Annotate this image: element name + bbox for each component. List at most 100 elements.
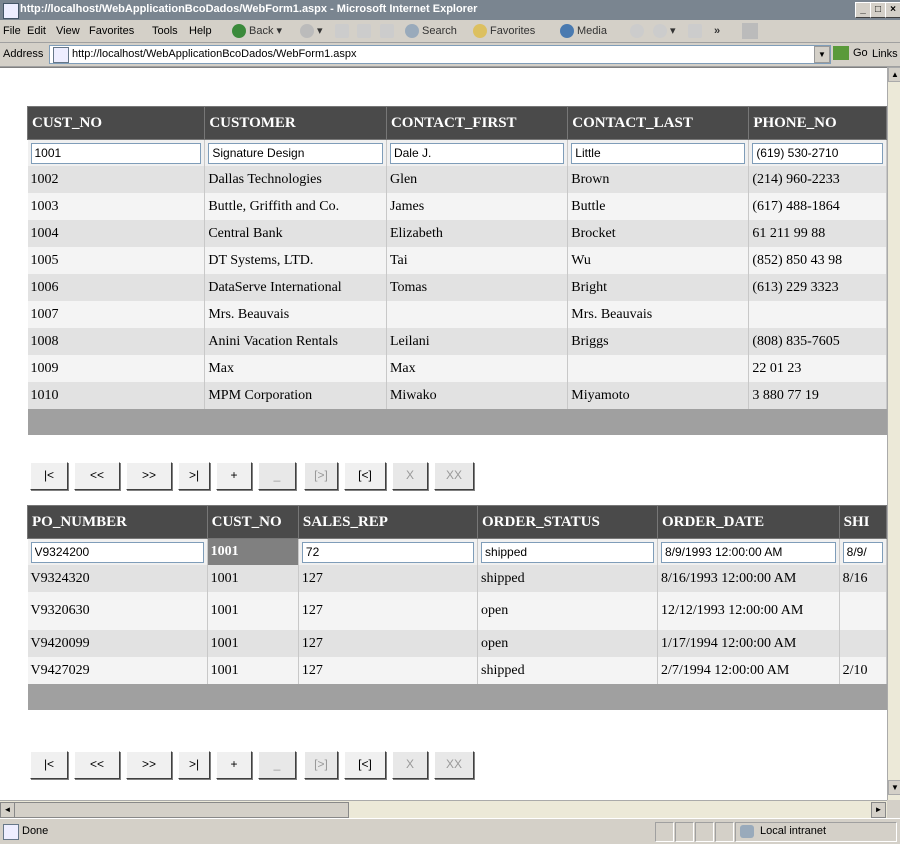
sales-rep-cell: 127 xyxy=(298,592,479,630)
contact-last-cell: Miyamoto xyxy=(567,382,750,409)
update-record-button[interactable]: [<] xyxy=(344,751,386,779)
scroll-down-icon[interactable]: ▼ xyxy=(888,780,900,795)
edit-record-button[interactable]: [>] xyxy=(304,462,338,490)
scroll-up-icon[interactable]: ▲ xyxy=(888,67,900,82)
go-button[interactable]: Go xyxy=(833,46,868,60)
mail-button[interactable]: ▾ xyxy=(653,23,676,39)
back-button[interactable]: Back ▾ xyxy=(232,23,282,39)
edit-record-button[interactable]: [>] xyxy=(304,751,338,779)
menu-view[interactable]: View xyxy=(56,25,80,37)
cust-no-input[interactable] xyxy=(30,142,202,164)
order-date-input[interactable] xyxy=(660,541,836,563)
customers-grid: CUST_NO CUSTOMER CONTACT_FIRST CONTACT_L… xyxy=(26,106,887,435)
column-header-order-status[interactable]: ORDER_STATUS xyxy=(477,505,658,539)
status-panel xyxy=(715,822,734,842)
column-header-po-number[interactable]: PO_NUMBER xyxy=(27,505,208,539)
delete-record-button[interactable]: X xyxy=(392,462,428,490)
last-record-button[interactable]: >| xyxy=(178,751,210,779)
contact-last-cell: Brocket xyxy=(567,220,750,247)
delete-all-button[interactable]: XX xyxy=(434,751,474,779)
add-record-button[interactable]: + xyxy=(216,462,252,490)
cust-no-cell: 1004 xyxy=(27,220,206,247)
ship-date-input[interactable] xyxy=(842,541,883,563)
maximize-button[interactable]: □ xyxy=(870,2,886,18)
column-header-sales-rep[interactable]: SALES_REP xyxy=(297,505,479,539)
history-button[interactable] xyxy=(630,23,647,39)
menu-file[interactable]: File xyxy=(3,25,21,37)
media-icon xyxy=(560,24,574,39)
toolbar-more-button[interactable]: » xyxy=(714,23,720,39)
phone-no-input[interactable] xyxy=(752,142,883,164)
customers-grid-footer xyxy=(27,409,887,435)
menu-favorites[interactable]: Favorites xyxy=(89,25,134,37)
order-status-input[interactable] xyxy=(481,541,654,563)
column-header-cust-no[interactable]: CUST_NO xyxy=(26,106,206,140)
menu-edit[interactable]: Edit xyxy=(27,25,46,37)
ship-date-cell xyxy=(839,592,887,630)
minimize-button[interactable]: _ xyxy=(855,2,871,18)
home-icon xyxy=(380,24,394,39)
po-number-input[interactable] xyxy=(30,541,204,563)
column-header-ship-date[interactable]: SHI xyxy=(838,505,887,539)
delete-all-button[interactable]: XX xyxy=(434,462,474,490)
menu-tools[interactable]: Tools xyxy=(152,25,178,37)
cancel-edit-button[interactable]: _ xyxy=(258,462,296,490)
scroll-right-icon[interactable]: ► xyxy=(871,802,886,818)
previous-page-button[interactable]: << xyxy=(74,751,120,779)
sales-rep-input[interactable] xyxy=(301,541,475,563)
phone-no-cell: (852) 850 43 98 xyxy=(748,247,887,274)
scroll-left-icon[interactable]: ◄ xyxy=(0,802,15,818)
column-header-phone-no[interactable]: PHONE_NO xyxy=(748,106,887,140)
first-record-button[interactable]: |< xyxy=(30,751,68,779)
print-button[interactable] xyxy=(688,23,705,39)
contact-first-input[interactable] xyxy=(389,142,565,164)
address-dropdown-button[interactable]: ▼ xyxy=(814,46,830,63)
menu-help[interactable]: Help xyxy=(189,25,212,37)
cancel-edit-button[interactable]: _ xyxy=(258,751,296,779)
previous-page-button[interactable]: << xyxy=(74,462,120,490)
contact-last-cell: Bright xyxy=(567,274,750,301)
last-record-button[interactable]: >| xyxy=(178,462,210,490)
column-header-contact-last[interactable]: CONTACT_LAST xyxy=(567,106,750,140)
ship-date-cell: 2/10 xyxy=(839,657,887,684)
ie-icon xyxy=(3,3,19,19)
customer-input[interactable] xyxy=(208,142,383,164)
first-record-button[interactable]: |< xyxy=(30,462,68,490)
add-record-button[interactable]: + xyxy=(216,751,252,779)
contact-last-cell: Mrs. Beauvais xyxy=(567,301,750,328)
next-page-button[interactable]: >> xyxy=(126,462,172,490)
customer-cell: Buttle, Griffith and Co. xyxy=(204,193,387,220)
contact-last-input[interactable] xyxy=(571,142,746,164)
home-button[interactable] xyxy=(380,23,397,39)
column-header-cust-no[interactable]: CUST_NO xyxy=(206,505,299,539)
column-header-customer[interactable]: CUSTOMER xyxy=(204,106,387,140)
delete-record-button[interactable]: X xyxy=(392,751,428,779)
forward-button[interactable]: ▾ xyxy=(300,23,323,39)
contact-last-cell: Briggs xyxy=(567,328,750,355)
address-input[interactable]: http://localhost/WebApplicationBcoDados/… xyxy=(49,45,831,64)
cust-no-cell: 1001 xyxy=(207,565,299,592)
po-number-cell: V9324320 xyxy=(27,565,208,592)
horizontal-scroll-thumb[interactable] xyxy=(14,802,349,818)
update-record-button[interactable]: [<] xyxy=(344,462,386,490)
close-button[interactable]: × xyxy=(885,2,900,18)
column-header-order-date[interactable]: ORDER_DATE xyxy=(656,505,840,539)
links-button[interactable]: Links xyxy=(872,48,898,60)
address-url: http://localhost/WebApplicationBcoDados/… xyxy=(72,48,357,60)
next-page-button[interactable]: >> xyxy=(126,751,172,779)
search-button[interactable]: Search xyxy=(405,23,457,39)
stop-button[interactable] xyxy=(335,23,352,39)
star-icon xyxy=(473,24,487,39)
favorites-button[interactable]: Favorites xyxy=(473,23,535,39)
table-row: 1010 MPM Corporation Miwako Miyamoto 3 880 7… xyxy=(27,382,887,409)
media-button[interactable]: Media xyxy=(560,23,607,39)
orders-grid-footer xyxy=(27,684,887,710)
table-row: 1004 Central Bank Elizabeth Brocket 61 211 9… xyxy=(27,220,887,247)
column-header-contact-first[interactable]: CONTACT_FIRST xyxy=(385,106,569,140)
horizontal-scrollbar[interactable]: ◄ ► xyxy=(0,800,887,818)
refresh-button[interactable] xyxy=(357,23,374,39)
vertical-scrollbar[interactable]: ▲ ▼ xyxy=(887,67,900,800)
ship-date-cell xyxy=(839,630,887,657)
po-number-cell: V9320630 xyxy=(27,592,208,630)
order-date-cell: 2/7/1994 12:00:00 AM xyxy=(657,657,840,684)
